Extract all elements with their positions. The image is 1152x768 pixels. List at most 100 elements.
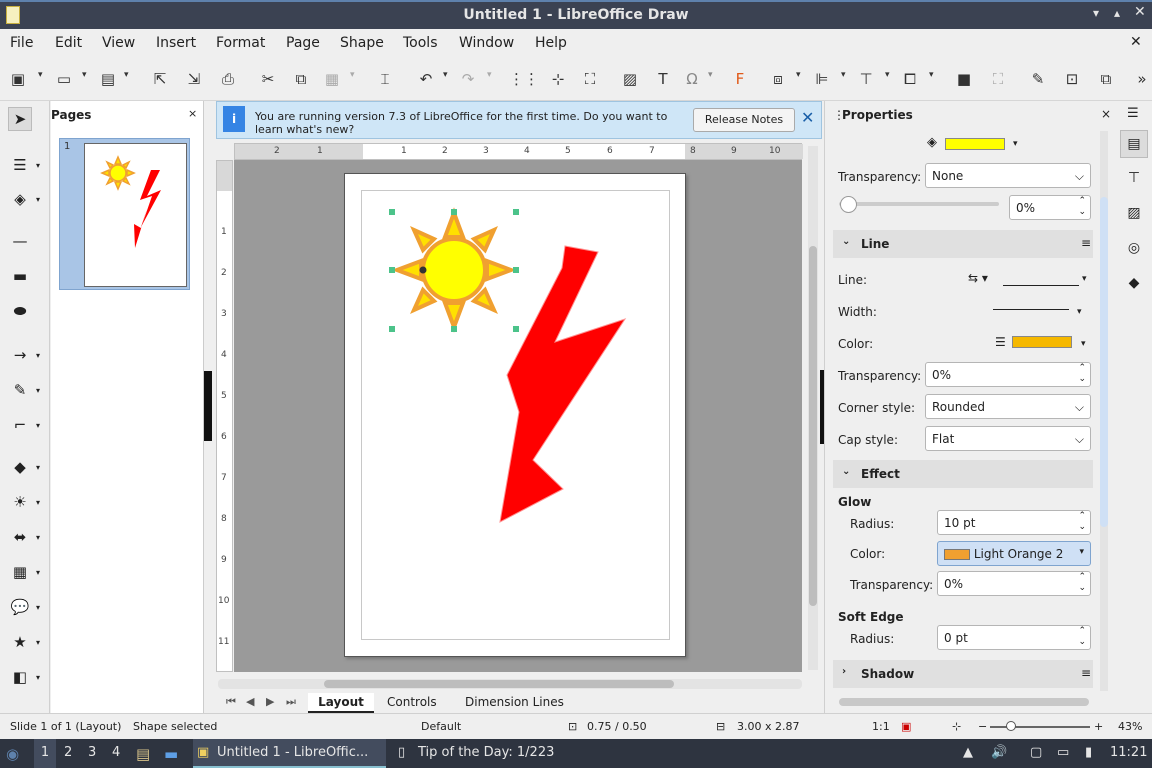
insert-line-icon[interactable]: —: [8, 229, 32, 253]
special-character-icon[interactable]: Ω: [680, 68, 704, 90]
transformations-icon[interactable]: ⧈: [766, 68, 790, 90]
print-icon[interactable]: ⎙: [216, 68, 240, 90]
redo-icon[interactable]: ↷: [456, 68, 480, 90]
workspace-3[interactable]: 3: [88, 745, 96, 760]
fill-color-swatch[interactable]: [945, 138, 1005, 150]
line-color-icon[interactable]: ☰: [8, 153, 32, 177]
select-icon[interactable]: ➤: [8, 107, 32, 131]
effect-section-header[interactable]: ⌄ Effect: [833, 460, 1093, 488]
page-thumbnail[interactable]: 1: [59, 138, 190, 290]
menu-format[interactable]: Format: [216, 35, 265, 51]
copy-icon[interactable]: ⧉: [289, 68, 313, 90]
first-page-icon[interactable]: ⏮: [226, 695, 236, 709]
line-width-select[interactable]: [993, 309, 1069, 310]
transparency-slider-knob[interactable]: [840, 196, 857, 213]
fill-dropdown-icon[interactable]: ▾: [1013, 139, 1018, 149]
transparency-slider[interactable]: [839, 202, 999, 206]
distribute-icon[interactable]: ⧠: [898, 68, 922, 90]
power-icon[interactable]: ▮: [1085, 745, 1092, 760]
symbol-shapes-icon[interactable]: ☀: [8, 490, 32, 514]
tab-controls[interactable]: Controls: [387, 695, 437, 709]
taskbar-app-draw[interactable]: ▣ Untitled 1 - LibreOffic...: [193, 739, 386, 768]
close-icon[interactable]: ✕: [1134, 4, 1146, 20]
paste-icon[interactable]: ▦: [320, 68, 344, 90]
sun-shape[interactable]: [391, 207, 517, 333]
fill-color-icon[interactable]: ◈: [8, 187, 32, 211]
curves-icon[interactable]: ✎: [8, 378, 32, 402]
line-section-header[interactable]: ⌄ Line ≡: [833, 230, 1093, 258]
sidebar-hscroll[interactable]: [839, 698, 1089, 706]
image-icon[interactable]: ▨: [618, 68, 642, 90]
helplines-icon[interactable]: ⊹: [546, 68, 570, 90]
network-icon[interactable]: ▭: [1057, 745, 1069, 760]
minimize-icon[interactable]: ▾: [1093, 6, 1099, 20]
corner-style-select[interactable]: Rounded ⌵: [925, 394, 1091, 419]
taskbar-app-tip[interactable]: ▯ Tip of the Day: 1/223: [396, 739, 571, 768]
cut-icon[interactable]: ✂: [256, 68, 280, 90]
pages-close-icon[interactable]: ×: [188, 107, 197, 120]
rotation-handle[interactable]: [419, 266, 427, 274]
menu-edit[interactable]: Edit: [55, 35, 82, 51]
3d-objects-icon[interactable]: ◧: [8, 665, 32, 689]
shapes-deck-icon[interactable]: ◆: [1120, 270, 1148, 298]
transparency-select[interactable]: None ⌵: [925, 163, 1091, 188]
menu-window[interactable]: Window: [459, 35, 514, 51]
zoom-slider-knob[interactable]: [1006, 721, 1016, 731]
textbox-icon[interactable]: T: [651, 68, 675, 90]
clipboard-icon[interactable]: ▢: [1030, 745, 1042, 760]
open-icon[interactable]: ▭: [52, 68, 76, 90]
cap-style-select[interactable]: Flat ⌵: [925, 426, 1091, 451]
zoom-in-icon[interactable]: +: [1094, 720, 1103, 733]
tab-dimension-lines[interactable]: Dimension Lines: [465, 695, 564, 709]
line-transparency-field[interactable]: 0% ⌃ ⌄: [925, 362, 1091, 387]
drawing-canvas[interactable]: [234, 160, 802, 672]
points-icon[interactable]: ✎: [1026, 68, 1050, 90]
close-document-icon[interactable]: ✕: [1130, 34, 1142, 50]
basic-shapes-icon[interactable]: ◆: [8, 455, 32, 479]
sidebar-vscroll[interactable]: [1100, 131, 1108, 691]
start-menu-icon[interactable]: ◉: [6, 745, 19, 763]
line-color-swatch[interactable]: [1012, 336, 1072, 348]
callouts-icon[interactable]: 💬: [8, 595, 32, 619]
export-icon[interactable]: ⇱: [148, 68, 172, 90]
stars-icon[interactable]: ★: [8, 630, 32, 654]
menu-tools[interactable]: Tools: [403, 35, 438, 51]
insert-rectangle-icon[interactable]: ▬: [8, 264, 32, 288]
export-pdf-icon[interactable]: ⇲: [182, 68, 206, 90]
arrange-icon[interactable]: ⊤: [854, 68, 878, 90]
soft-edge-radius-field[interactable]: 0 pt ⌃ ⌄: [937, 625, 1091, 650]
desktop-icon[interactable]: ▬: [164, 745, 178, 763]
maximize-icon[interactable]: ▴: [1114, 6, 1120, 20]
release-notes-button[interactable]: Release Notes: [693, 108, 795, 132]
status-zoom[interactable]: 43%: [1118, 720, 1142, 733]
insert-ellipse-icon[interactable]: ⬬: [8, 299, 32, 323]
workspace-4[interactable]: 4: [112, 745, 120, 760]
fit-page-icon[interactable]: ⊹: [952, 720, 961, 733]
zoom-pan-icon[interactable]: ⛶: [578, 68, 602, 90]
workspace-1[interactable]: 1: [34, 739, 56, 768]
menu-page[interactable]: Page: [286, 35, 320, 51]
next-page-icon[interactable]: ▶: [266, 695, 274, 708]
glow-color-select[interactable]: Light Orange 2 ▾: [937, 541, 1091, 566]
shadow-section-header[interactable]: › Shadow ≡: [833, 660, 1093, 688]
save-icon[interactable]: ▤: [96, 68, 120, 90]
connectors-icon[interactable]: ⌐: [8, 413, 32, 437]
menu-view[interactable]: View: [102, 35, 135, 51]
navigator-deck-icon[interactable]: ◎: [1120, 235, 1148, 263]
new-icon[interactable]: ▣: [6, 68, 30, 90]
infobar-close-icon[interactable]: ✕: [801, 108, 814, 127]
glow-radius-field[interactable]: 10 pt ⌃ ⌄: [937, 510, 1091, 535]
horizontal-scrollbar[interactable]: [218, 679, 802, 689]
glow-transparency-field[interactable]: 0% ⌃ ⌄: [937, 571, 1091, 596]
file-manager-icon[interactable]: ▤: [136, 745, 150, 763]
undo-icon[interactable]: ↶: [414, 68, 438, 90]
sidebar-settings-icon[interactable]: ☰: [1127, 106, 1139, 121]
vertical-scrollbar[interactable]: [808, 146, 818, 670]
flowchart-icon[interactable]: ▦: [8, 560, 32, 584]
toggle-extrusion-icon[interactable]: ⧉: [1094, 68, 1118, 90]
arrow-style-icon[interactable]: ⇆ ▾: [968, 271, 988, 285]
last-page-icon[interactable]: ⏭: [286, 695, 296, 709]
workspace-2[interactable]: 2: [64, 745, 72, 760]
align-icon[interactable]: ⊫: [810, 68, 834, 90]
clone-formatting-icon[interactable]: ⌶: [373, 68, 397, 90]
